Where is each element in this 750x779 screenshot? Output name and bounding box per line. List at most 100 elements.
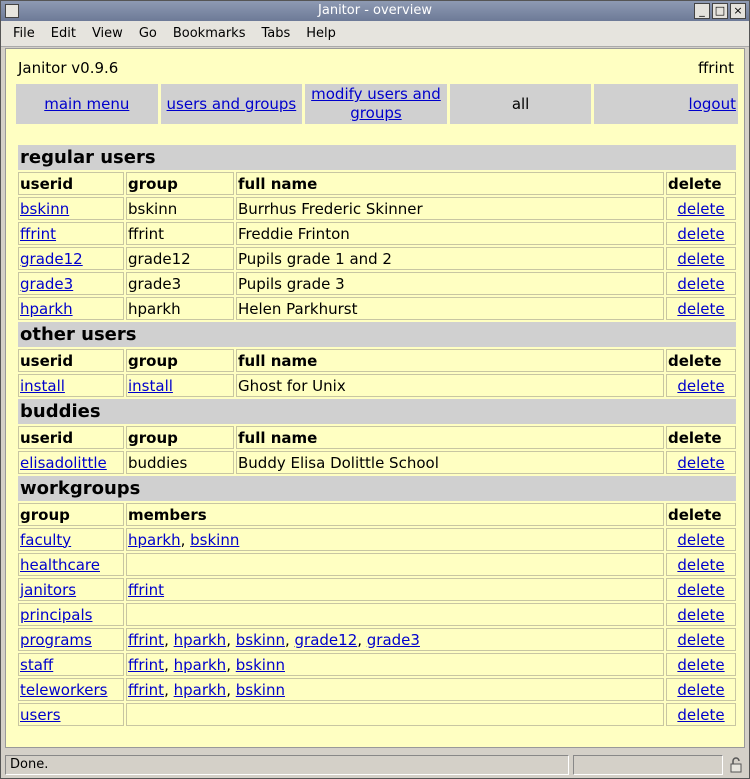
delete-link[interactable]: delete bbox=[677, 250, 724, 268]
member-link[interactable]: grade3 bbox=[367, 631, 420, 649]
members-cell: hparkh, bskinn bbox=[126, 528, 664, 551]
delete-link[interactable]: delete bbox=[677, 581, 724, 599]
member-link[interactable]: ffrint bbox=[128, 656, 164, 674]
userid-cell: grade3 bbox=[18, 272, 124, 295]
group-cell: programs bbox=[18, 628, 124, 651]
member-link[interactable]: bskinn bbox=[236, 681, 285, 699]
member-link[interactable]: grade12 bbox=[295, 631, 358, 649]
fullname-cell: Helen Parkhurst bbox=[236, 297, 664, 320]
menu-file[interactable]: File bbox=[5, 26, 43, 41]
userid-link[interactable]: ffrint bbox=[20, 225, 56, 243]
member-separator: , bbox=[357, 630, 367, 649]
userid-link[interactable]: grade12 bbox=[20, 250, 83, 268]
window-icon[interactable] bbox=[5, 4, 19, 18]
delete-link[interactable]: delete bbox=[677, 656, 724, 674]
delete-cell: delete bbox=[666, 678, 736, 701]
workgroup-row: janitors ffrint delete bbox=[18, 578, 736, 601]
group-text: ffrint bbox=[128, 224, 165, 243]
maximize-button[interactable]: □ bbox=[712, 3, 728, 19]
group-cell: buddies bbox=[126, 451, 234, 474]
group-link[interactable]: users bbox=[20, 706, 61, 724]
member-link[interactable]: bskinn bbox=[190, 531, 239, 549]
column-header: group bbox=[126, 172, 234, 195]
member-link[interactable]: ffrint bbox=[128, 581, 164, 599]
app-version: Janitor v0.9.6 bbox=[18, 59, 119, 77]
delete-link[interactable]: delete bbox=[677, 300, 724, 318]
column-header-row: userid group full name delete bbox=[18, 426, 736, 449]
group-cell: ffrint bbox=[126, 222, 234, 245]
member-link[interactable]: hparkh bbox=[174, 656, 227, 674]
member-link[interactable]: hparkh bbox=[174, 681, 227, 699]
group-link[interactable]: programs bbox=[20, 631, 92, 649]
fullname-cell: Freddie Frinton bbox=[236, 222, 664, 245]
column-header-row: group members delete bbox=[18, 503, 736, 526]
section-title: regular users bbox=[18, 145, 736, 170]
group-link[interactable]: staff bbox=[20, 656, 53, 674]
nav-cell: main menu bbox=[16, 84, 158, 124]
current-user: ffrint bbox=[697, 59, 734, 77]
column-header: group bbox=[126, 426, 234, 449]
nav-current-all: all bbox=[511, 94, 530, 113]
minimize-button[interactable]: _ bbox=[694, 3, 710, 19]
fullname-cell: Burrhus Frederic Skinner bbox=[236, 197, 664, 220]
member-link[interactable]: ffrint bbox=[128, 681, 164, 699]
delete-link[interactable]: delete bbox=[677, 606, 724, 624]
delete-link[interactable]: delete bbox=[677, 706, 724, 724]
group-cell: install bbox=[126, 374, 234, 397]
userid-link[interactable]: elisadolittle bbox=[20, 454, 107, 472]
userid-link[interactable]: bskinn bbox=[20, 200, 69, 218]
member-link[interactable]: hparkh bbox=[174, 631, 227, 649]
group-link[interactable]: install bbox=[128, 377, 173, 395]
fullname-cell: Buddy Elisa Dolittle School bbox=[236, 451, 664, 474]
members-cell bbox=[126, 603, 664, 626]
nav-link-logout[interactable]: logout bbox=[689, 95, 736, 114]
title-bar[interactable]: Janitor - overview _ □ × bbox=[1, 1, 749, 21]
userid-link[interactable]: hparkh bbox=[20, 300, 73, 318]
nav-link-users-and-groups[interactable]: users and groups bbox=[167, 95, 297, 114]
delete-cell: delete bbox=[666, 272, 736, 295]
delete-cell: delete bbox=[666, 553, 736, 576]
delete-cell: delete bbox=[666, 528, 736, 551]
close-button[interactable]: × bbox=[730, 3, 746, 19]
menu-help[interactable]: Help bbox=[298, 26, 344, 41]
nav-link-modify-users-and-groups[interactable]: modify users and groups bbox=[305, 85, 447, 123]
delete-link[interactable]: delete bbox=[677, 454, 724, 472]
delete-link[interactable]: delete bbox=[677, 556, 724, 574]
nav-cell: users and groups bbox=[160, 84, 303, 124]
group-cell: principals bbox=[18, 603, 124, 626]
group-cell: healthcare bbox=[18, 553, 124, 576]
menu-tabs[interactable]: Tabs bbox=[253, 26, 298, 41]
group-text: buddies bbox=[128, 453, 188, 472]
group-link[interactable]: janitors bbox=[20, 581, 76, 599]
member-separator: , bbox=[226, 630, 236, 649]
delete-cell: delete bbox=[666, 703, 736, 726]
member-link[interactable]: ffrint bbox=[128, 631, 164, 649]
menu-view[interactable]: View bbox=[84, 26, 131, 41]
member-link[interactable]: hparkh bbox=[128, 531, 181, 549]
delete-link[interactable]: delete bbox=[677, 225, 724, 243]
delete-link[interactable]: delete bbox=[677, 631, 724, 649]
userid-cell: ffrint bbox=[18, 222, 124, 245]
delete-link[interactable]: delete bbox=[677, 377, 724, 395]
member-link[interactable]: bskinn bbox=[236, 631, 285, 649]
delete-link[interactable]: delete bbox=[677, 200, 724, 218]
group-cell: janitors bbox=[18, 578, 124, 601]
menu-bookmarks[interactable]: Bookmarks bbox=[165, 26, 254, 41]
userid-link[interactable]: grade3 bbox=[20, 275, 73, 293]
delete-link[interactable]: delete bbox=[677, 531, 724, 549]
group-link[interactable]: teleworkers bbox=[20, 681, 107, 699]
member-separator: , bbox=[226, 655, 236, 674]
nav-link-main-menu[interactable]: main menu bbox=[44, 95, 129, 114]
delete-link[interactable]: delete bbox=[677, 275, 724, 293]
member-link[interactable]: bskinn bbox=[236, 656, 285, 674]
group-text: bskinn bbox=[128, 199, 178, 218]
column-header: userid bbox=[18, 426, 124, 449]
group-link[interactable]: faculty bbox=[20, 531, 71, 549]
group-link[interactable]: healthcare bbox=[20, 556, 100, 574]
menu-go[interactable]: Go bbox=[131, 26, 165, 41]
menu-edit[interactable]: Edit bbox=[43, 26, 84, 41]
section-header: workgroups bbox=[18, 476, 736, 501]
group-link[interactable]: principals bbox=[20, 606, 92, 624]
delete-link[interactable]: delete bbox=[677, 681, 724, 699]
userid-link[interactable]: install bbox=[20, 377, 65, 395]
